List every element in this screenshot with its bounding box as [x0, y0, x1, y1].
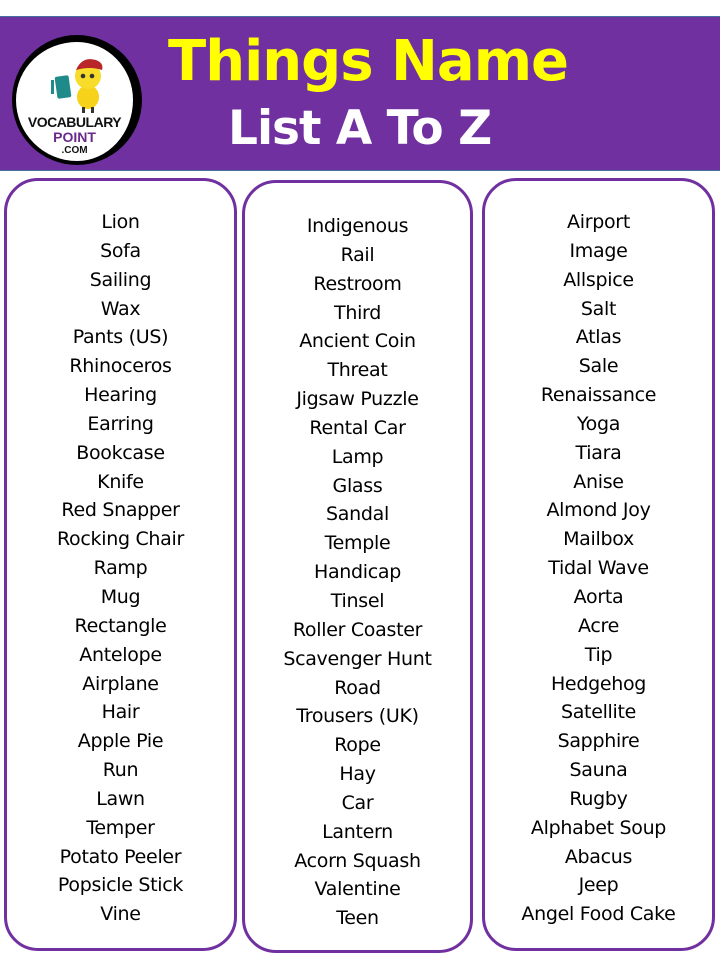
list-item: Hair	[101, 701, 140, 724]
list-item: Image	[569, 239, 628, 262]
list-item: Satellite	[560, 701, 637, 724]
list-item: Teen	[336, 907, 379, 930]
word-list-column-3: Airport Image Allspice Salt Atlas Sale R…	[482, 178, 715, 951]
list-item: Abacus	[564, 845, 633, 868]
word-list: Lion Sofa Sailing Wax Pants (US) Rhinoce…	[7, 208, 234, 929]
list-item: Tiara	[575, 441, 622, 464]
list-item: Scavenger Hunt	[283, 647, 432, 670]
list-item: Road	[334, 676, 381, 699]
list-item: Rugby	[569, 787, 628, 810]
list-item: Pants (US)	[72, 326, 169, 349]
list-item: Lamp	[331, 445, 384, 468]
page-title: Things Name	[168, 29, 569, 94]
list-item: Sapphire	[557, 730, 640, 753]
list-item: Tinsel	[330, 589, 385, 612]
list-item: Sandal	[326, 503, 389, 526]
list-item: Ancient Coin	[299, 330, 416, 353]
list-item: Restroom	[313, 272, 402, 295]
logo-text-com: .COM	[61, 145, 88, 156]
list-item: Lion	[101, 211, 140, 233]
list-item: Hay	[339, 763, 376, 786]
list-item: Trousers (UK)	[296, 705, 419, 728]
list-item: Anise	[573, 470, 624, 493]
list-item: Jeep	[578, 874, 619, 897]
list-item: Rope	[334, 734, 381, 757]
list-item: Mailbox	[563, 528, 634, 551]
list-item: Airplane	[82, 672, 159, 695]
list-item: Wax	[100, 297, 141, 320]
list-item: Glass	[332, 474, 383, 497]
page-subtitle: List A To Z	[228, 101, 492, 156]
list-item: Valentine	[314, 878, 401, 901]
list-item: Third	[334, 301, 381, 324]
list-item: Aorta	[573, 585, 624, 608]
list-item: Lawn	[96, 787, 145, 810]
vocabulary-point-logo[interactable]: VOCABULARY POINT .COM	[12, 35, 142, 165]
list-item: Ramp	[93, 557, 148, 580]
list-item: Airport	[567, 211, 630, 233]
list-item: Apple Pie	[77, 730, 164, 753]
list-item: Acorn Squash	[294, 849, 421, 872]
list-item: Rectangle	[74, 614, 167, 637]
list-item: Alphabet Soup	[530, 816, 667, 839]
logo-text-vocabulary: VOCABULARY	[27, 114, 122, 130]
list-item: Rental Car	[309, 416, 406, 439]
list-item: Car	[341, 791, 374, 814]
word-list-column-2: Indigenous Rail Restroom Third Ancient C…	[242, 180, 473, 953]
list-item: Renaissance	[540, 384, 657, 407]
list-item: Threat	[327, 359, 388, 382]
list-item: Bookcase	[76, 441, 165, 464]
list-item: Angel Food Cake	[521, 903, 676, 926]
logo-text-point: POINT	[53, 129, 96, 145]
list-item: Sauna	[569, 759, 628, 782]
list-item: Rail	[340, 243, 375, 266]
list-item: Handicap	[313, 561, 402, 584]
list-item: Antelope	[79, 643, 162, 666]
list-item: Jigsaw Puzzle	[296, 388, 419, 411]
list-item: Red Snapper	[61, 499, 180, 522]
list-item: Tip	[584, 643, 613, 666]
list-item: Salt	[580, 297, 617, 320]
list-item: Sale	[578, 355, 619, 378]
word-list: Airport Image Allspice Salt Atlas Sale R…	[485, 208, 712, 929]
list-item: Tidal Wave	[548, 557, 649, 580]
list-item: Atlas	[575, 326, 622, 349]
list-item: Run	[102, 759, 139, 782]
list-item: Roller Coaster	[292, 618, 423, 641]
list-item: Popsicle Stick	[57, 874, 184, 897]
list-item: Potato Peeler	[59, 845, 182, 868]
list-item: Temper	[86, 816, 155, 839]
list-item: Knife	[97, 470, 144, 493]
list-item: Allspice	[563, 268, 634, 291]
list-item: Almond Joy	[546, 499, 651, 522]
list-item: Yoga	[576, 412, 621, 435]
word-list-column-1: Lion Sofa Sailing Wax Pants (US) Rhinoce…	[4, 178, 237, 951]
list-item: Acre	[578, 614, 619, 637]
word-list: Indigenous Rail Restroom Third Ancient C…	[245, 212, 470, 933]
list-item: Indigenous	[306, 215, 409, 237]
list-item: Sailing	[89, 268, 152, 291]
list-item: Earring	[87, 412, 154, 435]
list-item: Hearing	[84, 384, 157, 407]
list-item: Hedgehog	[550, 672, 647, 695]
list-item: Lantern	[322, 820, 393, 843]
list-item: Vine	[100, 903, 141, 926]
list-item: Mug	[100, 585, 141, 608]
list-item: Sofa	[100, 239, 141, 262]
list-item: Rhinoceros	[69, 355, 172, 378]
header-banner: VOCABULARY POINT .COM Things Name List A…	[0, 16, 720, 171]
list-item: Temple	[324, 532, 391, 555]
list-item: Rocking Chair	[57, 528, 184, 551]
